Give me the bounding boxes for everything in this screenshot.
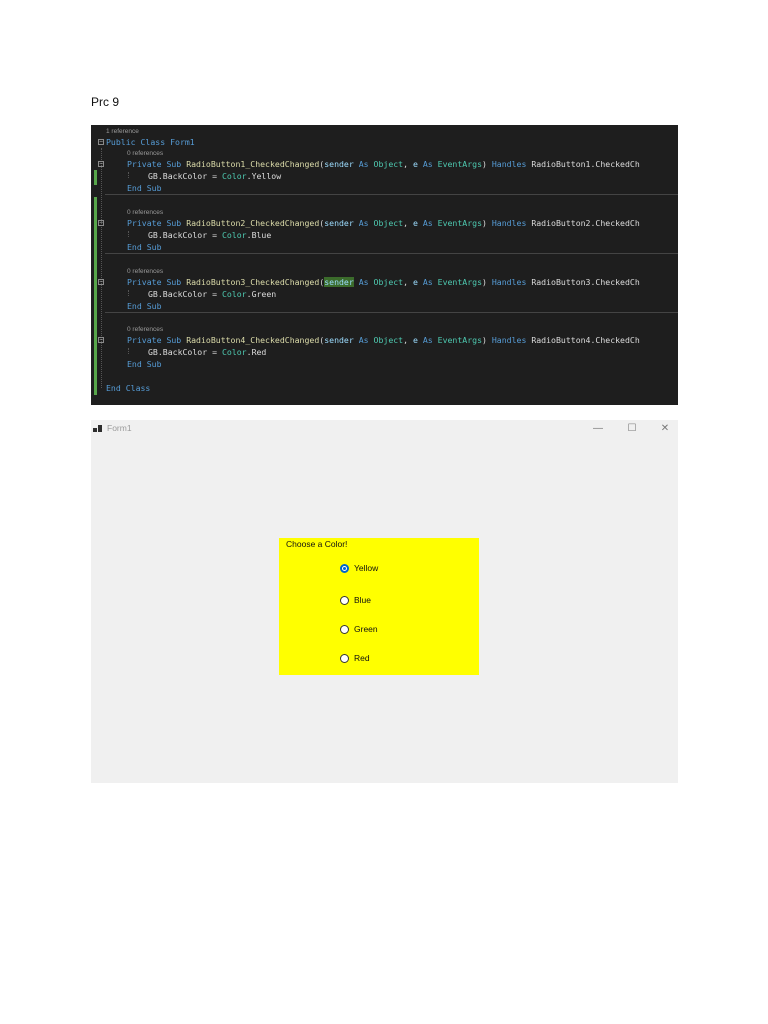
indent-guide [128, 348, 129, 354]
indent-guide [128, 172, 129, 178]
radio-label[interactable]: Yellow [354, 563, 378, 573]
radio-yellow[interactable]: Yellow [340, 562, 378, 574]
method-separator [105, 194, 678, 195]
fold-toggle-icon[interactable]: − [98, 337, 104, 343]
window-title: Form1 [107, 423, 132, 433]
indent-guide [101, 148, 102, 388]
radio-checked-icon[interactable] [340, 563, 349, 573]
form1-window: Form1 — ☐ ✕ Choose a Color! Yellow Blue … [91, 420, 678, 783]
radio-green[interactable]: Green [340, 623, 378, 635]
radio-unchecked-icon[interactable] [340, 595, 349, 605]
code-line-sub-declaration: Private Sub RadioButton2_CheckedChanged(… [127, 218, 640, 228]
code-line-end-sub: End Sub [127, 242, 162, 252]
code-line-end-class: End Class [106, 383, 151, 393]
change-marker [94, 197, 97, 395]
radio-blue[interactable]: Blue [340, 594, 371, 606]
window-titlebar[interactable]: Form1 — ☐ ✕ [91, 420, 678, 438]
code-line-sub-declaration: Private Sub RadioButton1_CheckedChanged(… [127, 159, 640, 169]
code-line-end-sub: End Sub [127, 301, 162, 311]
codelens-references: 0 references [127, 150, 164, 157]
code-line-assignment: GB.BackColor = Color.Blue [148, 230, 272, 240]
fold-toggle-icon[interactable]: − [98, 279, 104, 285]
radio-label[interactable]: Blue [354, 595, 371, 605]
fold-toggle-icon[interactable]: − [98, 161, 104, 167]
codelens-references: 0 references [127, 326, 164, 333]
code-line-assignment: GB.BackColor = Color.Red [148, 347, 267, 357]
minimize-button[interactable]: — [583, 421, 613, 437]
class-declaration: Public Class Form1 [106, 137, 195, 147]
code-line-sub-declaration: Private Sub RadioButton3_CheckedChanged(… [127, 277, 640, 287]
radio-unchecked-icon[interactable] [340, 624, 349, 634]
radio-red[interactable]: Red [340, 652, 370, 664]
code-line-sub-declaration: Private Sub RadioButton4_CheckedChanged(… [127, 335, 640, 345]
codelens-references: 0 references [127, 268, 164, 275]
method-separator [105, 312, 678, 313]
code-line-class-declaration: Public Class Form1 [106, 137, 195, 147]
radio-label[interactable]: Green [354, 624, 378, 634]
codelens-references: 0 references [127, 209, 164, 216]
fold-toggle-icon[interactable]: − [98, 139, 104, 145]
group-box-caption: Choose a Color! [286, 539, 348, 549]
code-line-end-sub: End Sub [127, 359, 162, 369]
codelens-class-references: 1 reference [106, 128, 139, 135]
radio-label[interactable]: Red [354, 653, 370, 663]
code-line-end-sub: End Sub [127, 183, 162, 193]
color-group-box: Choose a Color! Yellow Blue Green Red [279, 538, 479, 675]
indent-guide [128, 231, 129, 237]
code-line-assignment: GB.BackColor = Color.Yellow [148, 171, 282, 181]
radio-unchecked-icon[interactable] [340, 653, 349, 663]
indent-guide [128, 290, 129, 296]
close-button[interactable]: ✕ [650, 421, 680, 437]
fold-toggle-icon[interactable]: − [98, 220, 104, 226]
code-editor-screenshot: 1 reference − Public Class Form1 0 refer… [91, 125, 678, 405]
maximize-button[interactable]: ☐ [617, 421, 647, 437]
code-line-assignment: GB.BackColor = Color.Green [148, 289, 277, 299]
method-separator [105, 253, 678, 254]
highlighted-token: sender [324, 277, 354, 287]
document-title: Prc 9 [91, 95, 120, 109]
app-icon [93, 425, 102, 433]
change-marker [94, 170, 97, 185]
